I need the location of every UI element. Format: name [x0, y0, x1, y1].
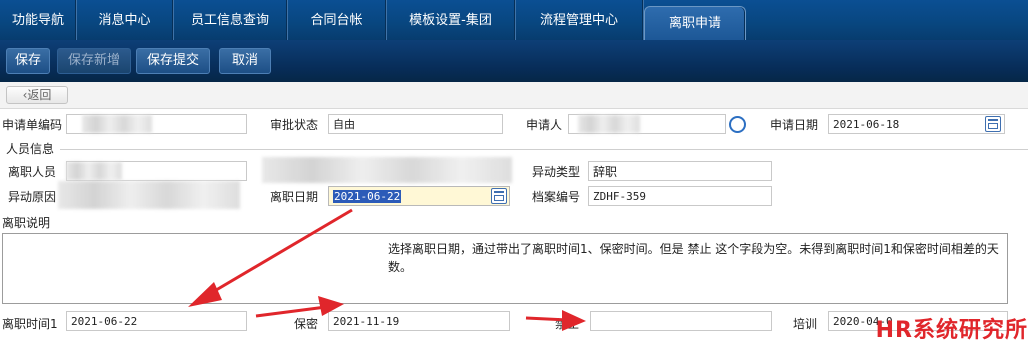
- calendar-icon[interactable]: [985, 116, 1001, 132]
- redacted-application-code: [82, 115, 152, 133]
- cancel-button[interactable]: 取消: [219, 48, 271, 74]
- tab-template-settings[interactable]: 模板设置-集团: [386, 0, 516, 40]
- prohibit-label: 禁止: [555, 317, 580, 331]
- chat-bubble-icon[interactable]: [729, 116, 746, 133]
- redacted-applicant: [578, 115, 640, 133]
- leave-time1-input[interactable]: 2021-06-22: [66, 311, 247, 331]
- tab-message-center[interactable]: 消息中心: [76, 0, 174, 40]
- prohibit-input[interactable]: [590, 311, 772, 331]
- change-type-input[interactable]: 辞职: [588, 161, 772, 181]
- applicant-label: 申请人: [526, 118, 563, 132]
- back-button-label: 返回: [27, 88, 52, 102]
- tab-workflow-center[interactable]: 流程管理中心: [515, 0, 644, 40]
- save-button[interactable]: 保存: [6, 48, 50, 74]
- apply-date-label: 申请日期: [770, 118, 819, 132]
- leave-date-selected-text: 2021-06-22: [333, 190, 402, 203]
- annotation-note: 选择离职日期，通过带出了离职时间1、保密时间。但是 禁止 这个字段为空。未得到离…: [388, 242, 999, 274]
- leave-date-label: 离职日期: [270, 190, 319, 204]
- save-new-button[interactable]: 保存新增: [57, 48, 131, 74]
- change-reason-label: 异动原因: [8, 190, 57, 204]
- calendar-icon[interactable]: [491, 188, 507, 204]
- redacted-change-reason: [58, 181, 240, 209]
- back-button[interactable]: ‹返回: [6, 86, 68, 104]
- tab-function-nav[interactable]: 功能导航: [0, 0, 77, 40]
- change-type-label: 异动类型: [532, 165, 581, 179]
- confidential-label: 保密: [294, 317, 319, 331]
- application-code-label: 申请单编码: [2, 118, 63, 132]
- save-submit-button[interactable]: 保存提交: [136, 48, 210, 74]
- redacted-leaver: [66, 162, 122, 180]
- tab-contract-ledger[interactable]: 合同台帐: [287, 0, 387, 40]
- apply-date-input[interactable]: 2021-06-18: [828, 114, 1005, 134]
- watermark-logo: HR系统研究所: [875, 318, 1028, 343]
- approval-status-label: 审批状态: [270, 118, 319, 132]
- archive-no-input[interactable]: ZDHF-359: [588, 186, 772, 206]
- training-label: 培训: [793, 317, 818, 331]
- leave-description-label: 离职说明: [2, 216, 51, 230]
- leave-time1-label: 离职时间1: [2, 317, 58, 331]
- archive-no-label: 档案编号: [532, 190, 581, 204]
- tab-employee-query[interactable]: 员工信息查询: [173, 0, 288, 40]
- top-tab-bar: 功能导航 消息中心 员工信息查询 合同台帐 模板设置-集团 流程管理中心 离职申…: [0, 0, 1028, 41]
- redacted-leaver-detail: [262, 157, 512, 183]
- toolbar: 保存 保存新增 保存提交 取消: [0, 40, 1028, 82]
- sub-toolbar: ‹返回: [0, 82, 1028, 109]
- personnel-section-title: 人员信息: [6, 142, 55, 156]
- leaver-label: 离职人员: [8, 165, 57, 179]
- leave-date-input[interactable]: 2021-06-22: [328, 186, 510, 206]
- approval-status-input[interactable]: 自由: [328, 114, 503, 134]
- confidential-input[interactable]: 2021-11-19: [328, 311, 510, 331]
- section-divider: [60, 149, 1028, 150]
- tab-resignation-application[interactable]: 离职申请: [644, 6, 746, 41]
